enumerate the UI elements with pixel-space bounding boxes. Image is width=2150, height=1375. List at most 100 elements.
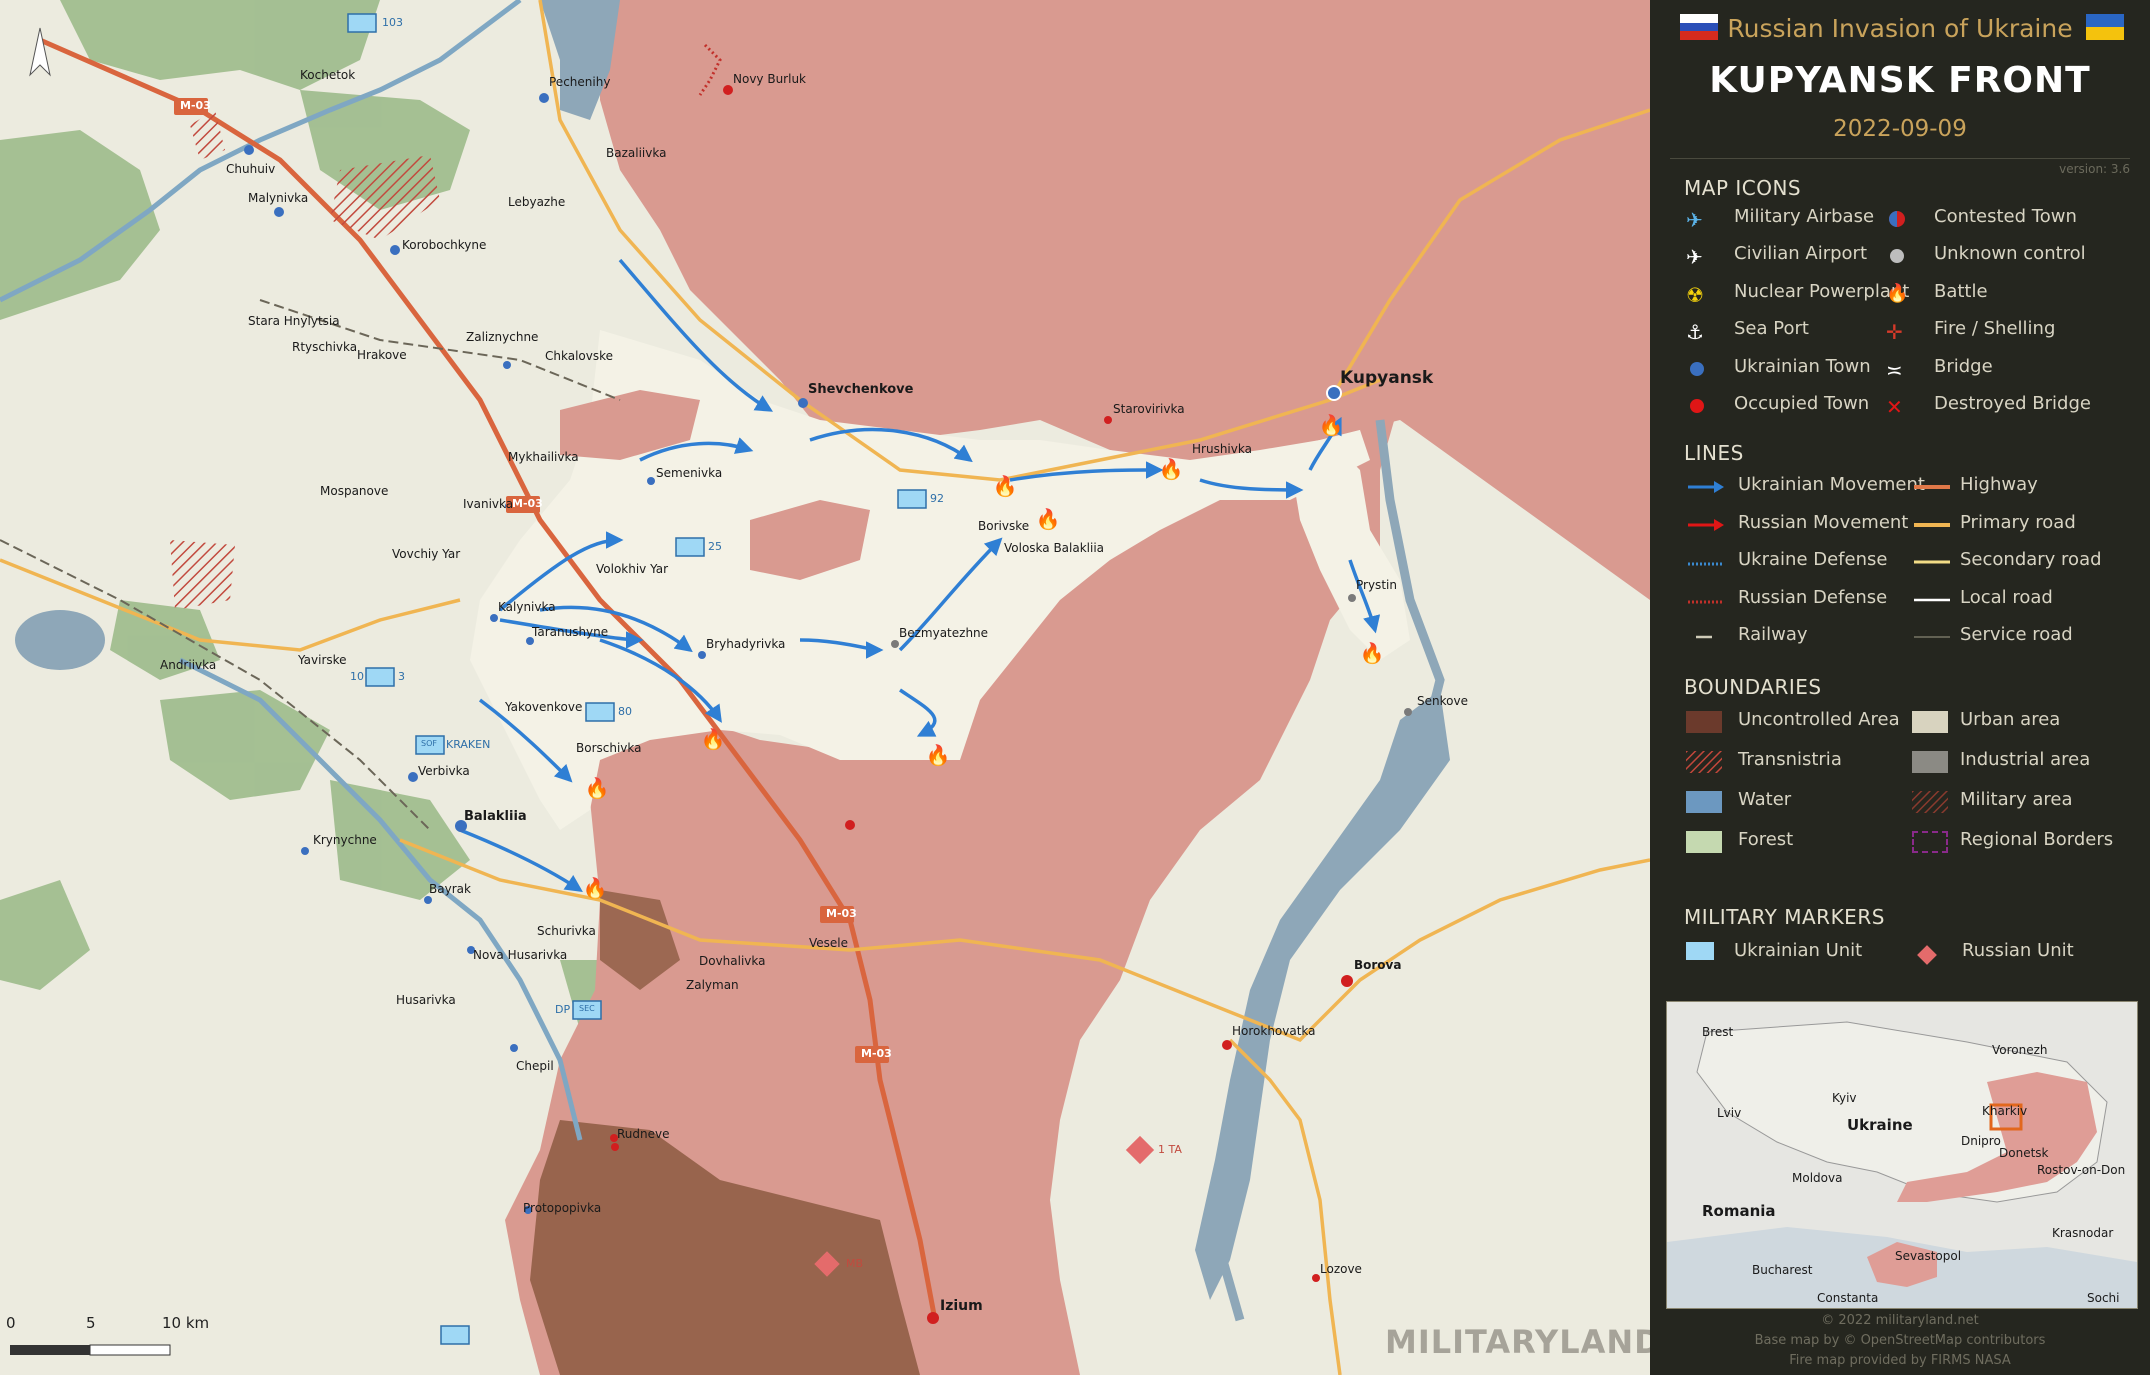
town-label-rtyschivka[interactable]: Rtyschivka <box>292 340 357 354</box>
town-label-semenivka[interactable]: Semenivka <box>656 466 722 480</box>
unknown-control-icon <box>1886 245 1916 267</box>
railway-line-icon <box>1686 626 1716 648</box>
unit-label: SEC <box>579 1004 595 1013</box>
town-label-nova-husarivka[interactable]: Nova Husarivka <box>473 948 567 962</box>
town-label-lebyazhe[interactable]: Lebyazhe <box>508 195 565 209</box>
town-label-protopopivka[interactable]: Protopopivka <box>523 1201 601 1215</box>
town-label-chkalovske[interactable]: Chkalovske <box>545 349 613 363</box>
inset-label: Brest <box>1702 1025 1734 1039</box>
road-shield-m03: M-03 <box>180 99 211 112</box>
scale-label: 0 <box>6 1314 16 1332</box>
town-label-verbivka[interactable]: Verbivka <box>418 764 470 778</box>
service-road-line-icon <box>1912 626 1950 648</box>
town-label-bazaliivka[interactable]: Bazaliivka <box>606 146 666 160</box>
town-label-senkove[interactable]: Senkove <box>1417 694 1468 708</box>
credit-line-3: Fire map provided by FIRMS NASA <box>1789 1353 2011 1368</box>
town-label-yakovenkove[interactable]: Yakovenkove <box>505 700 582 714</box>
road-shield-m03: M-03 <box>512 497 543 510</box>
unit-label: 92 <box>930 492 944 505</box>
town-label-korobochkyne[interactable]: Korobochkyne <box>402 238 486 252</box>
airport-icon: ✈ <box>1686 245 1703 269</box>
primary-road-line-icon <box>1912 514 1950 536</box>
transnistria-swatch-icon <box>1686 751 1722 773</box>
watermark: MILITARYLAND <box>1385 1323 1662 1361</box>
town-label-rudneve[interactable]: Rudneve <box>617 1127 670 1141</box>
header-date: 2022-09-09 <box>1833 116 1967 142</box>
header-subtitle: Russian Invasion of Ukraine <box>1727 14 2073 43</box>
unit-label: MB <box>846 1257 864 1270</box>
page: 🔥 🔥 🔥 🔥 🔥 🔥 🔥 🔥 🔥 Kupyansk Shevchenkove … <box>0 0 2150 1375</box>
town-label-pechenihy[interactable]: Pechenihy <box>549 75 610 89</box>
town-label-lozove[interactable]: Lozove <box>1320 1262 1362 1276</box>
town-label-kochetok[interactable]: Kochetok <box>300 68 355 82</box>
town-label-starovirivka[interactable]: Starovirivka <box>1113 402 1185 416</box>
town-label-bezmyatezhne[interactable]: Bezmyatezhne <box>899 626 988 640</box>
road-shield-m03: M-03 <box>826 907 857 920</box>
unit-label: 3 <box>398 670 405 683</box>
inset-label: Lviv <box>1717 1106 1741 1120</box>
town-label-volokhiv-yar[interactable]: Volokhiv Yar <box>596 562 668 576</box>
town-label-hrushivka[interactable]: Hrushivka <box>1192 442 1252 456</box>
town-label-kupyansk[interactable]: Kupyansk <box>1340 368 1433 388</box>
town-label-balakliia[interactable]: Balakliia <box>464 809 527 824</box>
town-label-vesele[interactable]: Vesele <box>809 936 848 950</box>
map-icons-title: MAP ICONS <box>1684 176 1802 200</box>
town-label-shevchenkove[interactable]: Shevchenkove <box>808 382 913 397</box>
regional-border-swatch-icon <box>1912 831 1948 853</box>
town-label-mykhailivka[interactable]: Mykhailivka <box>508 450 579 464</box>
inset-overview-map: Brest Voronezh Kyiv Lviv Ukraine Kharkiv… <box>1666 1001 2138 1309</box>
scale-label: 10 km <box>162 1314 210 1332</box>
town-label-yavirske[interactable]: Yavirske <box>298 653 347 667</box>
unit-label: 10 <box>350 670 364 683</box>
russian-unit-icon <box>1914 942 1944 965</box>
contested-town-icon <box>1886 208 1916 230</box>
lines-title: LINES <box>1684 441 1744 465</box>
town-label-dovhalivka[interactable]: Dovhalivka <box>699 954 766 968</box>
inset-label: Romania <box>1702 1202 1776 1220</box>
town-label-zaliznychne[interactable]: Zaliznychne <box>466 330 538 344</box>
destroyed-bridge-icon: ✕ <box>1886 395 1903 419</box>
road-shield-m03: M-03 <box>861 1047 892 1060</box>
town-label-bayrak[interactable]: Bayrak <box>429 882 471 896</box>
town-label-bryhadyrivka[interactable]: Bryhadyrivka <box>706 637 785 651</box>
military-area-swatch-icon <box>1912 791 1948 813</box>
credit-line-2: Base map by © OpenStreetMap contributors <box>1754 1333 2046 1348</box>
industrial-swatch-icon <box>1912 751 1948 773</box>
town-label-zalyman[interactable]: Zalyman <box>686 978 739 992</box>
town-label-borova[interactable]: Borova <box>1354 958 1401 972</box>
town-label-kalynivka[interactable]: Kalynivka <box>498 600 556 614</box>
inset-label: Donetsk <box>1999 1146 2049 1160</box>
town-label-ivanivka[interactable]: Ivanivka <box>463 497 513 511</box>
town-label-husarivka[interactable]: Husarivka <box>396 993 456 1007</box>
town-label-taranushyne[interactable]: Taranushyne <box>532 625 608 639</box>
uncontrolled-swatch-icon <box>1686 711 1722 733</box>
town-label-andriivka[interactable]: Andriivka <box>160 658 216 672</box>
inset-label: Krasnodar <box>2052 1226 2113 1240</box>
town-label-stara-hnylytsia[interactable]: Stara Hnylytsia <box>248 314 340 328</box>
town-label-krynychne[interactable]: Krynychne <box>313 833 377 847</box>
unit-label: DP <box>555 1003 571 1016</box>
inset-label: Dnipro <box>1961 1134 2001 1148</box>
unit-label: 1 TA <box>1158 1143 1182 1156</box>
town-label-borivske[interactable]: Borivske <box>978 519 1029 533</box>
town-label-vovchiy-yar[interactable]: Vovchiy Yar <box>392 547 460 561</box>
town-label-novy-burluk[interactable]: Novy Burluk <box>733 72 806 86</box>
rus-movement-line-icon <box>1686 514 1724 536</box>
town-label-hrakove[interactable]: Hrakove <box>357 348 407 362</box>
inset-label: Rostov-on-Don <box>2037 1163 2125 1177</box>
town-label-mospanove[interactable]: Mospanove <box>320 484 388 498</box>
town-label-chepil[interactable]: Chepil <box>516 1059 554 1073</box>
water-swatch-icon <box>1686 791 1722 813</box>
town-label-izium[interactable]: Izium <box>940 1298 983 1314</box>
town-label-prystin[interactable]: Prystin <box>1356 578 1397 592</box>
town-label-chuhuiv[interactable]: Chuhuiv <box>226 162 275 176</box>
bridge-icon: ≍ <box>1886 358 1903 382</box>
town-label-malynivka[interactable]: Malynivka <box>248 191 308 205</box>
blue-dot-icon <box>1686 358 1716 380</box>
town-label-horokhovatka[interactable]: Horokhovatka <box>1232 1024 1316 1038</box>
markers-title: MILITARY MARKERS <box>1684 905 1885 929</box>
town-label-borschivka[interactable]: Borschivka <box>576 741 642 755</box>
town-label-voloska-balakliia[interactable]: Voloska Balakliia <box>1004 541 1104 555</box>
town-label-schurivka[interactable]: Schurivka <box>537 924 596 938</box>
ukr-defense-line-icon <box>1686 551 1724 573</box>
